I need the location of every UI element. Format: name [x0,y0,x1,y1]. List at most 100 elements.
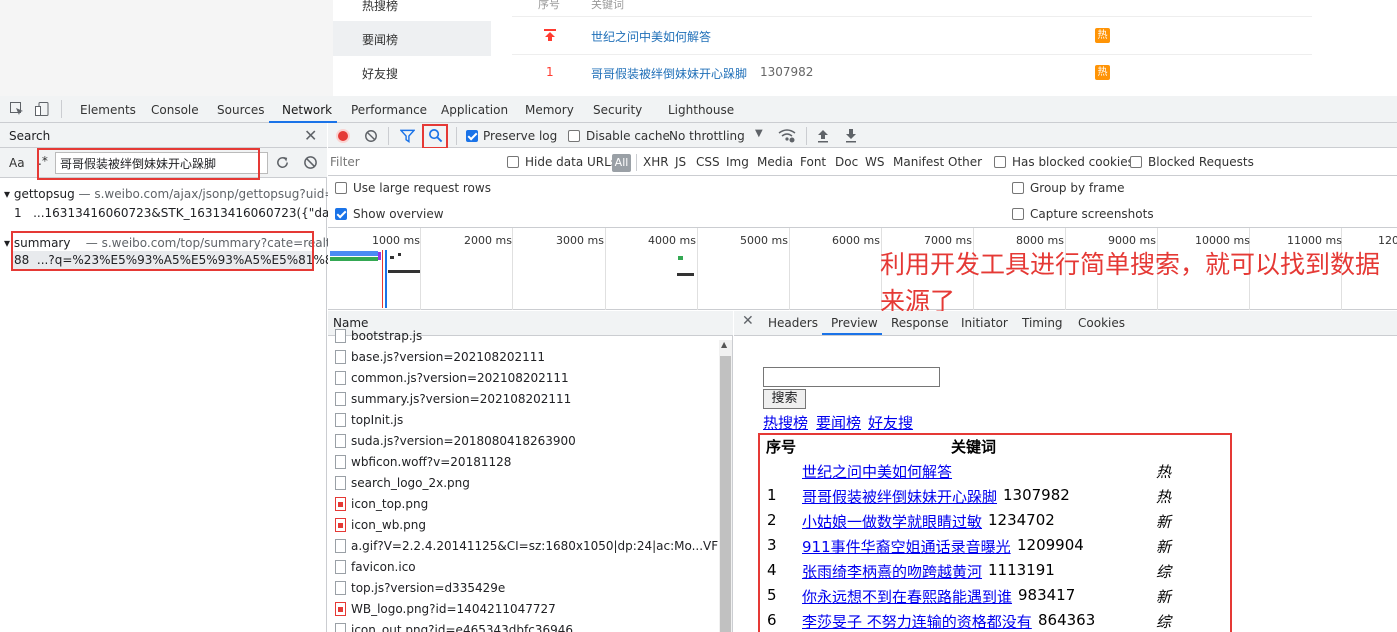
device-toolbar-icon[interactable] [34,101,50,117]
inspect-element-icon[interactable] [9,101,25,117]
request-name: base.js?version=202108202111 [351,350,545,364]
overview-tick: 2000 ms [464,234,512,247]
close-icon[interactable]: ✕ [304,126,317,145]
request-row[interactable]: topInit.js [333,410,718,431]
tab-preview[interactable]: Preview [831,316,878,330]
load-marker [382,250,383,308]
result-file-gettopsug[interactable]: ▾ gettopsug — s.weibo.com/ajax/jsonp/get… [4,187,359,201]
filter-input[interactable] [330,152,494,172]
tab-performance[interactable]: Performance [351,103,427,117]
request-row[interactable]: bootstrap.js [333,326,718,347]
tab-network[interactable]: Network [282,103,332,117]
overview-tick: 4000 ms [648,234,696,247]
preview-search-button[interactable]: 搜索 [763,389,806,409]
scroll-up-icon[interactable]: ▲ [721,340,727,349]
request-row[interactable]: summary.js?version=202108202111 [333,389,718,410]
filter-xhr[interactable]: XHR [643,155,669,169]
active-tab-indicator [822,333,882,335]
tab-elements[interactable]: Elements [80,103,136,117]
request-row[interactable]: a.gif?V=2.2.4.20141125&CI=sz:1680x1050|d… [333,536,718,557]
preview-link-news[interactable]: 要闻榜 [816,412,861,433]
request-row[interactable]: icon_out.png?id=e465343dbfc36946 [333,620,718,632]
filter-font[interactable]: Font [800,155,826,169]
hot-item-link[interactable]: 世纪之问中美如何解答 [591,28,711,45]
filter-js[interactable]: JS [675,155,686,169]
group-by-frame-checkbox[interactable] [1012,182,1024,194]
hide-data-urls-label: Hide data URLs [525,155,618,169]
blocked-cookies-checkbox[interactable] [994,156,1006,168]
search-panel-title: Search [9,129,51,143]
request-row[interactable]: suda.js?version=20180804182639​00 [333,431,718,452]
file-icon [335,371,346,385]
hot-badge: 热 [1095,28,1110,43]
close-icon[interactable]: ✕ [742,313,754,329]
request-row[interactable]: WB_logo.png?id=1404211047727 [333,599,718,620]
tab-headers[interactable]: Headers [768,316,818,330]
chevron-down-icon[interactable]: ▼ [755,128,763,139]
tab-lighthouse[interactable]: Lighthouse [668,103,734,117]
preview-link-friends[interactable]: 好友搜 [868,412,913,433]
filter-icon[interactable] [400,129,415,143]
hot-item-rank: 1 [546,65,554,79]
hide-data-urls-checkbox[interactable] [507,156,519,168]
request-row[interactable]: top.js?version=d335429e [333,578,718,599]
export-har-icon[interactable] [844,128,858,143]
preserve-log-checkbox[interactable] [466,130,478,142]
table-header-keyword: 关键词 [591,0,624,11]
filter-img[interactable]: Img [726,155,749,169]
filter-doc[interactable]: Doc [835,155,858,169]
tab-security[interactable]: Security [593,103,642,117]
request-row[interactable]: base.js?version=202108202111 [333,347,718,368]
scrollbar-thumb[interactable] [720,356,731,632]
request-name: icon_top.png [351,497,429,511]
group-by-frame-label: Group by frame [1030,181,1125,195]
filter-all-button[interactable]: All [612,154,631,172]
tab-response[interactable]: Response [891,316,949,330]
network-conditions-icon[interactable] [778,128,796,143]
tab-application[interactable]: Application [441,103,508,117]
clear-icon[interactable] [303,155,318,170]
throttling-select[interactable]: No throttling [669,129,745,143]
tab-timing[interactable]: Timing [1022,316,1063,330]
filter-ws[interactable]: WS [865,155,884,169]
sidebar-friends[interactable]: 好友搜 [362,65,398,82]
sidebar-news[interactable]: 要闻榜 [362,31,398,48]
preserve-log-label: Preserve log [483,129,558,143]
tab-console[interactable]: Console [151,103,199,117]
request-row[interactable]: common.js?version=202108202111 [333,368,718,389]
filter-manifest[interactable]: Manifest [893,155,944,169]
preview-link-hot[interactable]: 热搜榜 [763,412,808,433]
large-rows-checkbox[interactable] [335,182,347,194]
tab-cookies[interactable]: Cookies [1078,316,1125,330]
tab-memory[interactable]: Memory [525,103,574,117]
filter-other[interactable]: Other [948,155,982,169]
overview-bar [388,270,420,273]
capture-screenshots-checkbox[interactable] [1012,208,1024,220]
disable-cache-label: Disable cache [586,129,670,143]
request-row[interactable]: icon_top.png [333,494,718,515]
match-case-button[interactable]: Aa [9,156,25,170]
request-name: common.js?version=202108202111 [351,371,569,385]
request-name: search_logo_2x.png [351,476,470,490]
hot-item-link[interactable]: 哥哥假装被绊倒妹妹开心跺脚 [591,65,747,82]
request-row[interactable]: icon_wb.png [333,515,718,536]
blocked-requests-checkbox[interactable] [1130,156,1142,168]
request-row[interactable]: favicon.ico [333,557,718,578]
refresh-icon[interactable] [275,155,290,170]
request-row[interactable]: wbficon.woff?v=20181128 [333,452,718,473]
disable-cache-checkbox[interactable] [568,130,580,142]
preview-search-input[interactable] [763,367,940,387]
overview-tick: 3000 ms [556,234,604,247]
tab-sources[interactable]: Sources [217,103,264,117]
filter-media[interactable]: Media [757,155,793,169]
record-button[interactable] [336,129,350,143]
filter-css[interactable]: CSS [696,155,720,169]
sidebar-hot-search[interactable]: 热搜榜 [362,0,398,14]
clear-log-icon[interactable] [364,129,378,143]
import-har-icon[interactable] [816,128,830,143]
image-file-icon [335,497,346,511]
request-row[interactable]: search_logo_2x.png [333,473,718,494]
show-overview-checkbox[interactable] [335,208,347,220]
file-icon [335,581,346,595]
tab-initiator[interactable]: Initiator [961,316,1008,330]
